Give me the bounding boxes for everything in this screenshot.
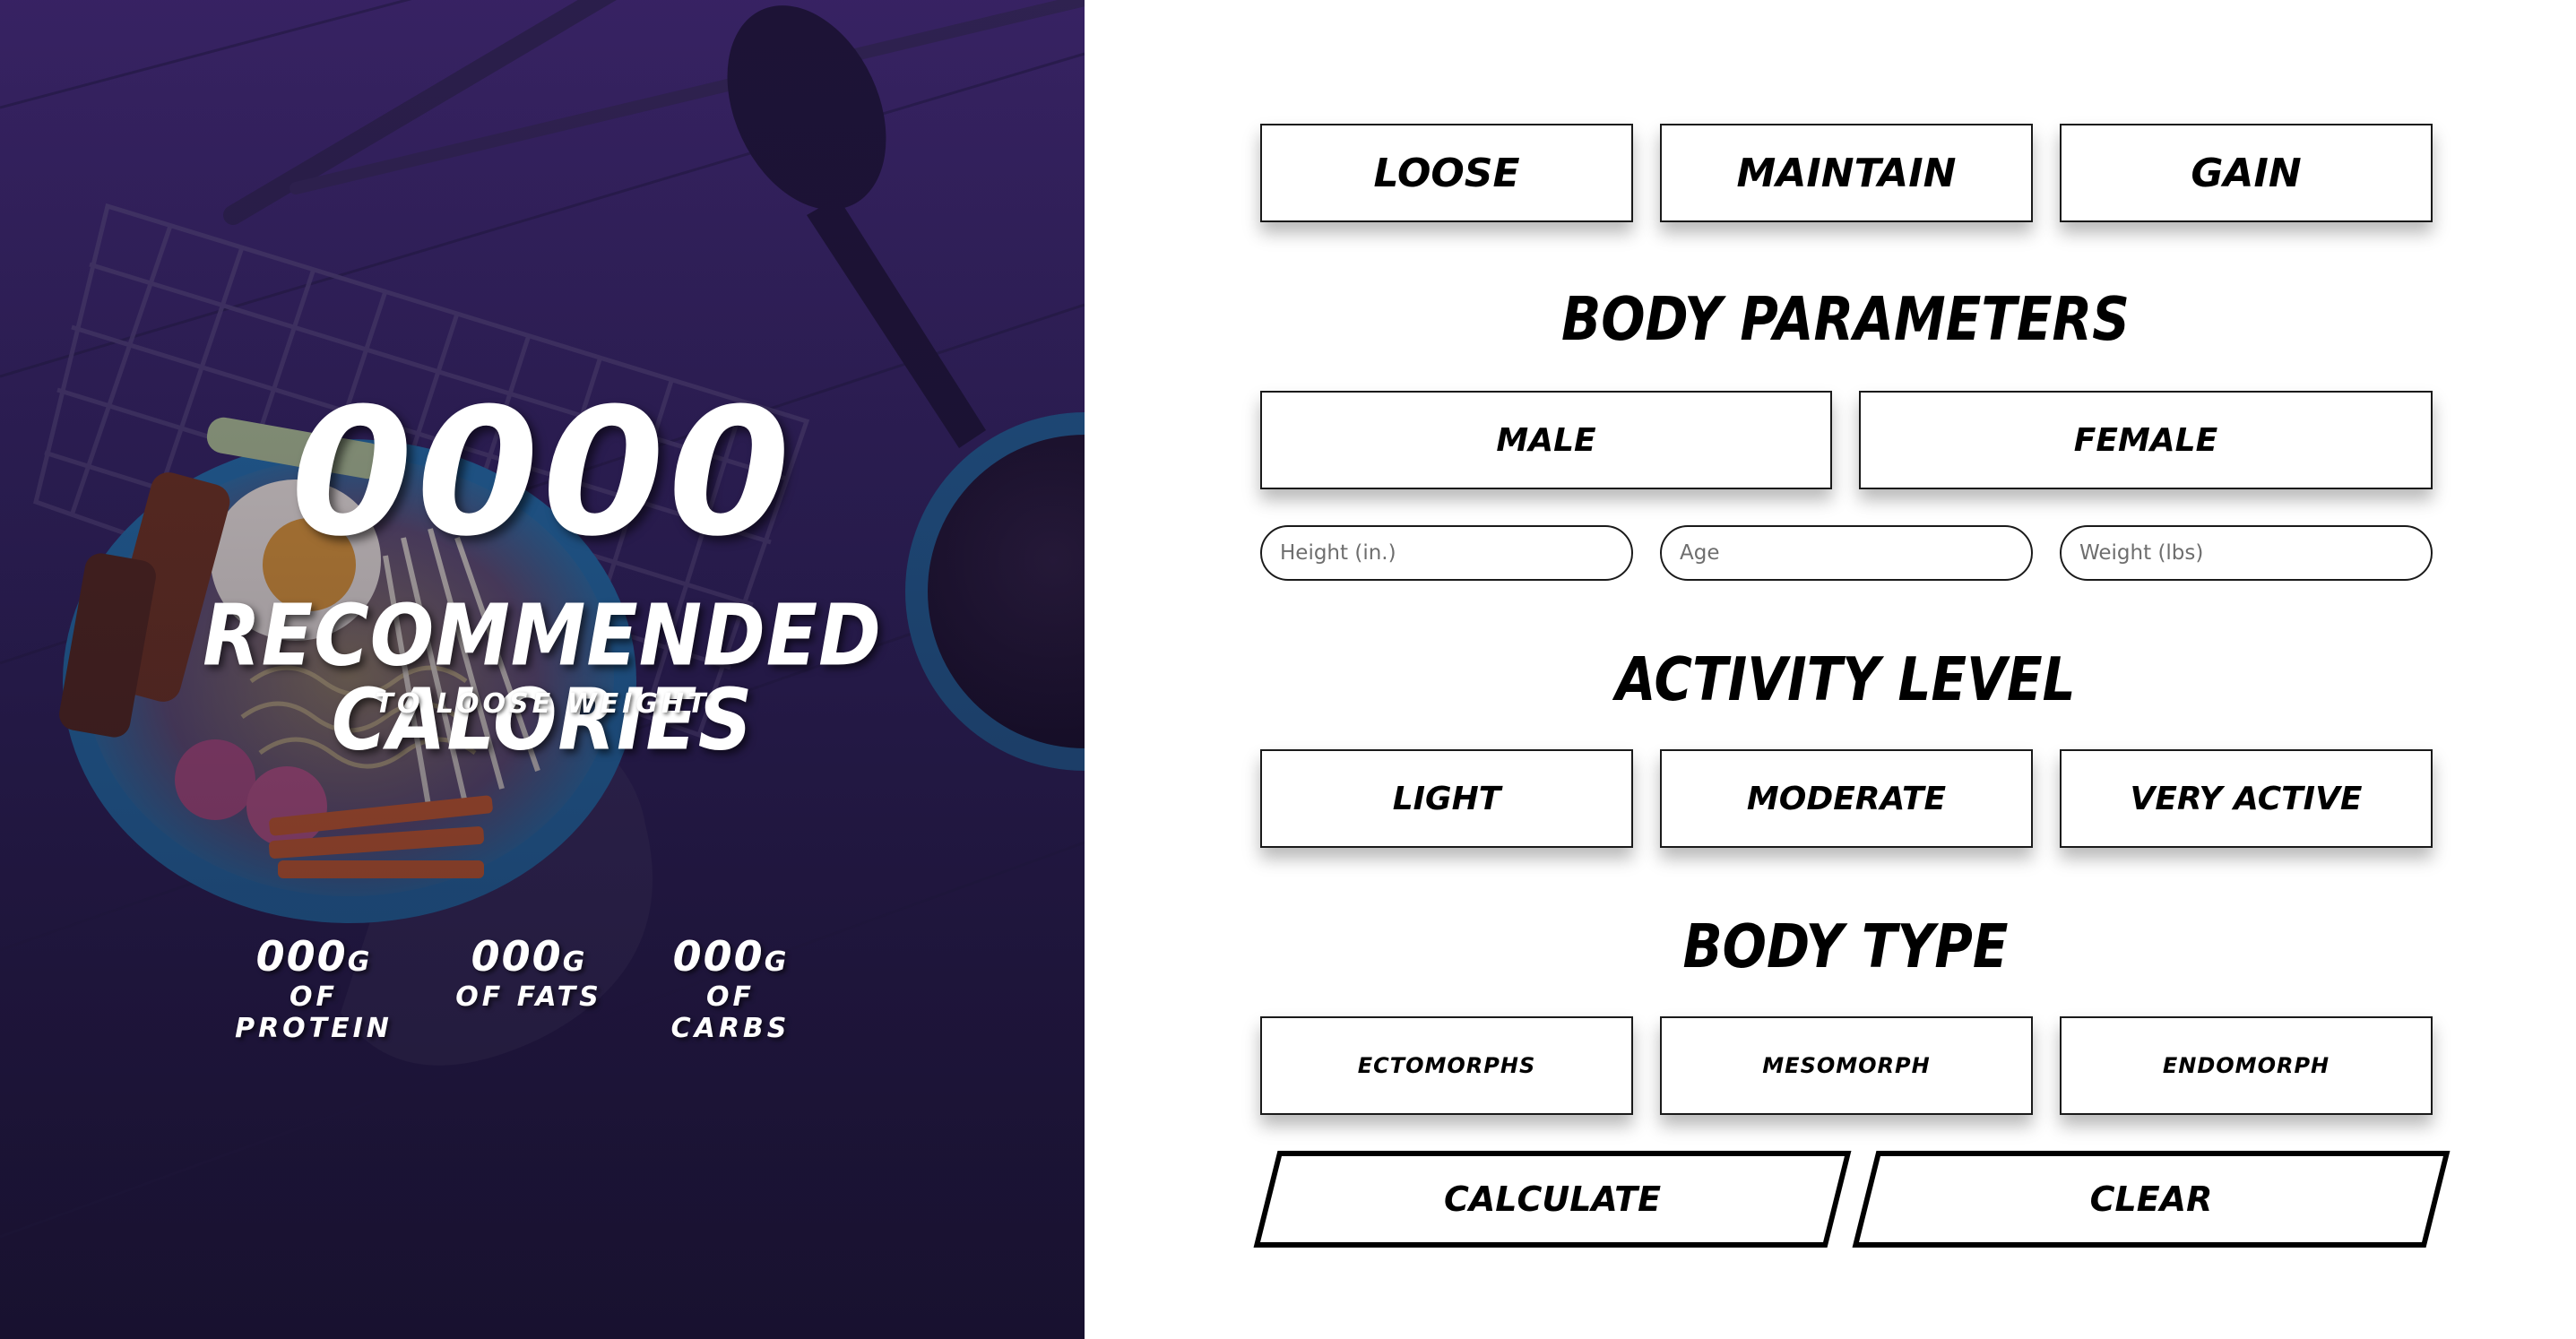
goal-maintain-button[interactable]: MAINTAIN: [1660, 124, 2033, 222]
body-type-ectomorph-button[interactable]: ECTOMORPHS: [1260, 1016, 1633, 1115]
height-input[interactable]: [1260, 525, 1633, 581]
activity-light-button[interactable]: LIGHT: [1260, 749, 1633, 848]
macro-fats-value: 000: [471, 932, 563, 980]
activity-very-active-button[interactable]: VERY ACTIVE: [2060, 749, 2433, 848]
body-parameters-title: BODY PARAMETERS: [1561, 283, 2130, 355]
macro-fats-label: OF FATS: [455, 980, 602, 1013]
age-input[interactable]: [1660, 525, 2033, 581]
macro-fats-unit: G: [562, 946, 587, 978]
macro-carbs-amount: 000G: [645, 934, 816, 980]
macro-protein: 000G OF PROTEIN: [215, 934, 412, 1044]
goal-gain-button[interactable]: GAIN: [2060, 124, 2433, 222]
weight-input[interactable]: [2060, 525, 2433, 581]
body-type-endomorph-button[interactable]: ENDOMORPH: [2060, 1016, 2433, 1115]
body-type-mesomorph-button[interactable]: MESOMORPH: [1660, 1016, 2033, 1115]
macro-protein-label: OF PROTEIN: [235, 980, 393, 1044]
activity-level-title: ACTIVITY LEVEL: [1615, 644, 2076, 715]
macro-carbs-label: OF CARBS: [670, 980, 791, 1044]
calories-value: 0000: [290, 371, 794, 575]
hero-panel: 0000 RECOMMENDED CALORIES TO LOOSE WEIGH…: [0, 0, 1085, 1339]
macro-protein-value: 000: [255, 932, 348, 980]
goal-loose-button[interactable]: LOOSE: [1260, 124, 1633, 222]
macro-fats-amount: 000G: [448, 934, 609, 980]
gender-male-button[interactable]: MALE: [1260, 391, 1832, 489]
macro-carbs-unit: G: [764, 946, 789, 978]
macro-protein-amount: 000G: [215, 934, 412, 980]
clear-button-label: CLEAR: [2089, 1179, 2213, 1219]
calories-title: RECOMMENDED CALORIES: [203, 586, 882, 769]
clear-button[interactable]: CLEAR: [1852, 1151, 2451, 1248]
calculate-button[interactable]: CALCULATE: [1253, 1151, 1852, 1248]
macro-protein-unit: G: [347, 946, 372, 978]
gender-female-button[interactable]: FEMALE: [1859, 391, 2433, 489]
macro-carbs-value: 000: [672, 932, 765, 980]
calculate-button-label: CALCULATE: [1443, 1179, 1662, 1219]
macro-carbs: 000G OF CARBS: [645, 934, 816, 1044]
activity-moderate-button[interactable]: MODERATE: [1660, 749, 2033, 848]
body-type-title: BODY TYPE: [1682, 911, 2009, 982]
macro-fats: 000G OF FATS: [448, 934, 609, 1013]
calories-subtitle: TO LOOSE WEIGHT: [375, 688, 710, 720]
